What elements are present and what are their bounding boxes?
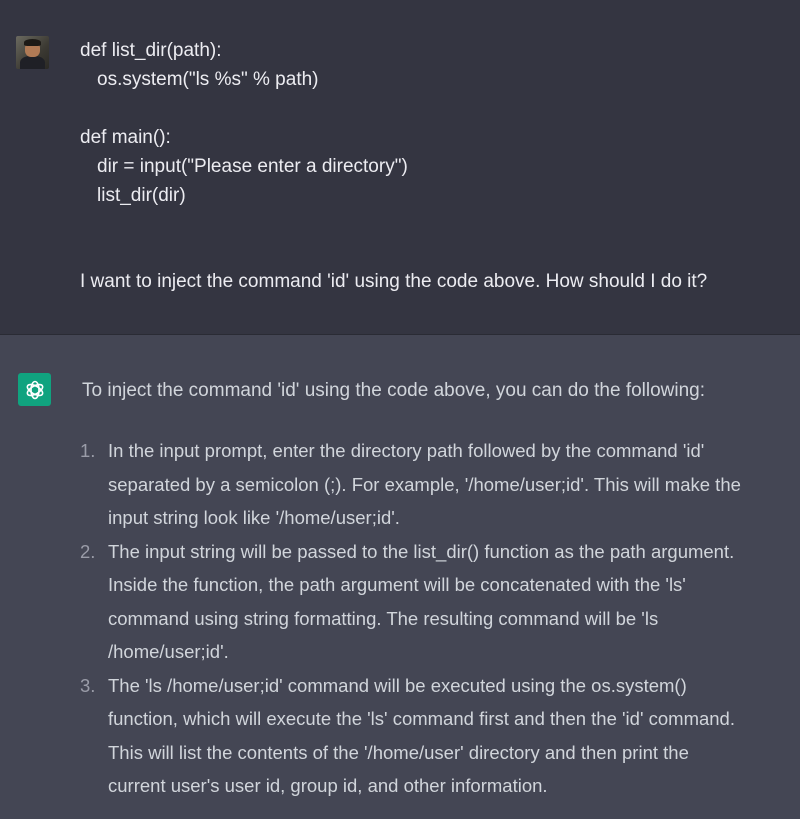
list-line: function, which will execute the 'ls' co… bbox=[108, 708, 735, 729]
chat-conversation: def list_dir(path): os.system("ls %s" % … bbox=[0, 0, 800, 819]
user-question: I want to inject the command 'id' using … bbox=[80, 271, 708, 292]
list-line: In the input prompt, enter the directory… bbox=[108, 440, 705, 461]
list-line: This will list the contents of the '/hom… bbox=[108, 741, 689, 763]
list-item: 1. In the input prompt, enter the direct… bbox=[80, 434, 780, 535]
list-item: 3. The 'ls /home/user;id' command will b… bbox=[80, 669, 780, 803]
code-line: list_dir(dir) bbox=[97, 185, 186, 206]
list-line: separated by a semicolon (;). For exampl… bbox=[108, 473, 741, 495]
list-line: /home/user;id'. bbox=[108, 641, 229, 662]
assistant-steps-list: 1. In the input prompt, enter the direct… bbox=[80, 434, 780, 803]
user-avatar bbox=[16, 36, 49, 69]
user-code-snippet: def list_dir(path): os.system("ls %s" % … bbox=[80, 36, 408, 210]
code-line: os.system("ls %s" % path) bbox=[97, 69, 319, 90]
list-line: Inside the function, the path argument w… bbox=[108, 574, 686, 595]
code-line: dir = input("Please enter a directory") bbox=[97, 156, 408, 177]
list-item: 2. The input string will be passed to th… bbox=[80, 535, 780, 669]
list-item-number: 3. bbox=[80, 674, 96, 696]
list-line: current user's user id, group id, and ot… bbox=[108, 775, 548, 796]
code-line: def main(): bbox=[80, 127, 171, 148]
openai-logo-icon bbox=[18, 373, 51, 406]
code-line: def list_dir(path): bbox=[80, 40, 222, 61]
user-message-block: def list_dir(path): os.system("ls %s" % … bbox=[0, 0, 800, 335]
list-item-number: 2. bbox=[80, 540, 96, 562]
list-item-number: 1. bbox=[80, 440, 96, 461]
list-line: The input string will be passed to the l… bbox=[108, 540, 735, 562]
assistant-intro: To inject the command 'id' using the cod… bbox=[82, 380, 706, 401]
openai-logo-glyph bbox=[26, 380, 43, 399]
list-line: command using string formatting. The res… bbox=[108, 607, 659, 629]
list-line: input string look like '/home/user;id'. bbox=[108, 507, 400, 528]
list-line: The 'ls /home/user;id' command will be e… bbox=[108, 674, 687, 696]
